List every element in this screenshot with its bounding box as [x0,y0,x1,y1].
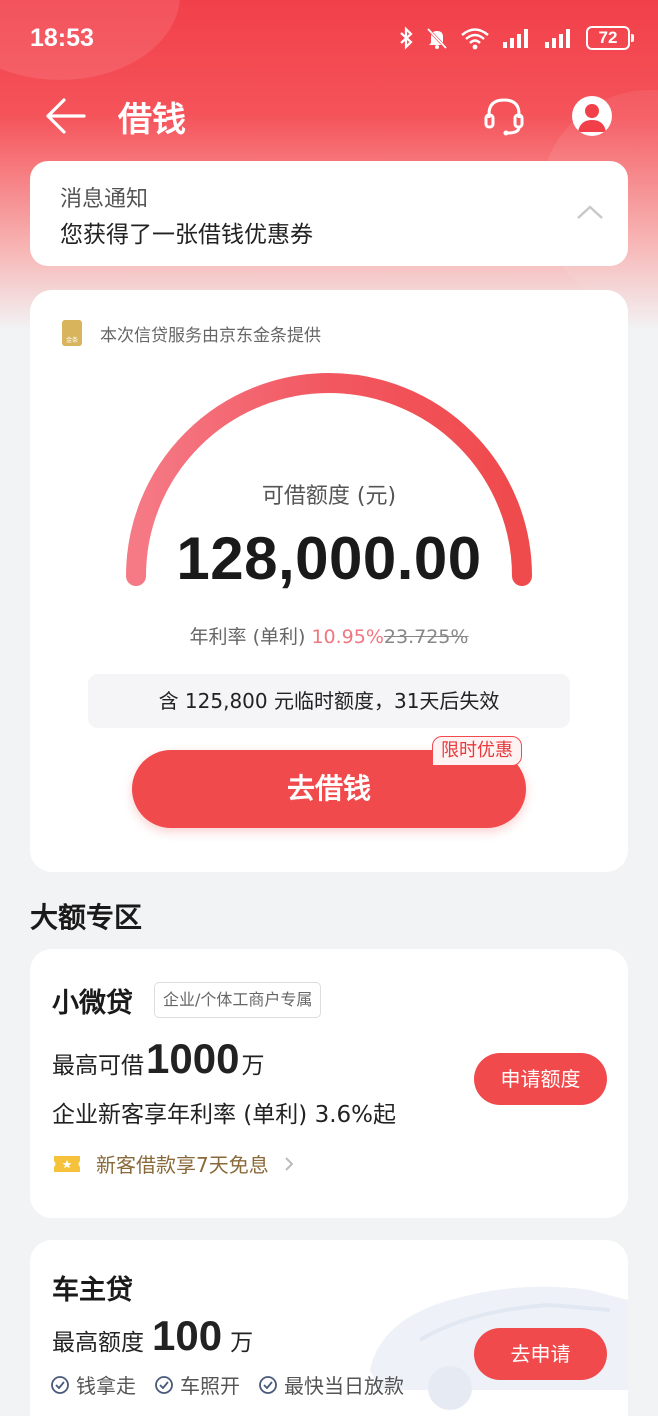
product-name: 小微贷 [52,988,133,1019]
notice-text: 您获得了一张借钱优惠券 [60,222,313,248]
apply-credit-button[interactable]: 申请额度 [474,1053,607,1105]
back-button[interactable] [44,96,86,136]
max-unit: 万 [230,1330,254,1356]
feature-label: 钱拿走 [76,1374,136,1398]
section-title: 大额专区 [30,901,143,934]
avatar[interactable] [572,96,612,136]
coupon-link[interactable]: 新客借款享7天免息 [52,1149,295,1178]
product-card-small-business-loan[interactable]: 小微贷 企业/个体工商户专属 最高可借 1000 万 企业新客享年利率 (单利)… [30,949,628,1218]
status-bar: 18:53 72 [0,0,658,80]
credit-card: 本次信贷服务由京东金条提供 可借额度 (元) 128,000.00 年利率 (单… [30,290,628,872]
notice-card[interactable]: 消息通知 您获得了一张借钱优惠券 [30,161,628,266]
product-card-car-loan[interactable]: 车主贷 最高额度 100 万 钱拿走 车照开 最快当日放款 去申请 [30,1240,628,1416]
bluetooth-icon [400,26,413,50]
check-circle-icon [259,1375,277,1394]
signal-icon [503,29,528,48]
rate-original: 23.725% [383,626,469,648]
credit-amount: 128,000.00 [176,525,482,592]
check-circle-icon [155,1375,173,1394]
notice-title: 消息通知 [60,187,149,212]
page-title: 借钱 [118,100,186,140]
status-icons: 72 [398,26,634,50]
product-tag: 企业/个体工商户专属 [154,982,322,1018]
check-circle-icon [51,1375,69,1394]
product-description: 企业新客享年利率 (单利) 3.6%起 [52,1102,397,1128]
chevron-up-icon[interactable] [576,203,604,221]
battery-indicator: 72 [586,26,634,50]
promo-badge: 限时优惠 [432,736,522,766]
ticket-icon [54,1155,80,1172]
max-value: 100 [152,1312,223,1359]
temporary-credit-note: 含 125,800 元临时额度，31天后失效 [88,674,570,728]
mute-bell-icon [426,27,448,50]
max-amount: 最高额度 100 万 [52,1312,253,1360]
feature-item: 最快当日放款 [258,1370,404,1399]
max-value: 1000 [146,1035,240,1082]
product-name: 车主贷 [52,1275,133,1306]
apply-button[interactable]: 去申请 [474,1328,607,1380]
max-unit: 万 [241,1053,265,1079]
customer-service-button[interactable] [482,94,526,138]
user-icon [578,104,606,132]
wifi-icon [461,28,489,50]
chevron-right-icon [285,1156,294,1171]
feature-label: 车照开 [180,1374,240,1398]
rate-label: 年利率 (单利) [189,626,312,648]
status-time: 18:53 [30,24,94,52]
credit-label: 可借额度 (元) [261,484,397,509]
rate-current: 10.95% [311,626,384,648]
feature-item: 车照开 [154,1370,240,1399]
coupon-text: 新客借款享7天免息 [96,1153,269,1177]
arrow-left-icon [46,98,86,134]
max-amount: 最高可借 1000 万 [52,1035,264,1083]
feature-list: 钱拿走 车照开 最快当日放款 [50,1370,404,1399]
feature-item: 钱拿走 [50,1370,136,1399]
interest-rate: 年利率 (单利) 10.95%23.725% [30,622,628,649]
signal-icon [545,29,570,48]
max-label: 最高额度 [52,1330,144,1356]
feature-label: 最快当日放款 [284,1374,404,1398]
headset-icon [484,98,524,136]
max-label: 最高可借 [52,1053,144,1079]
